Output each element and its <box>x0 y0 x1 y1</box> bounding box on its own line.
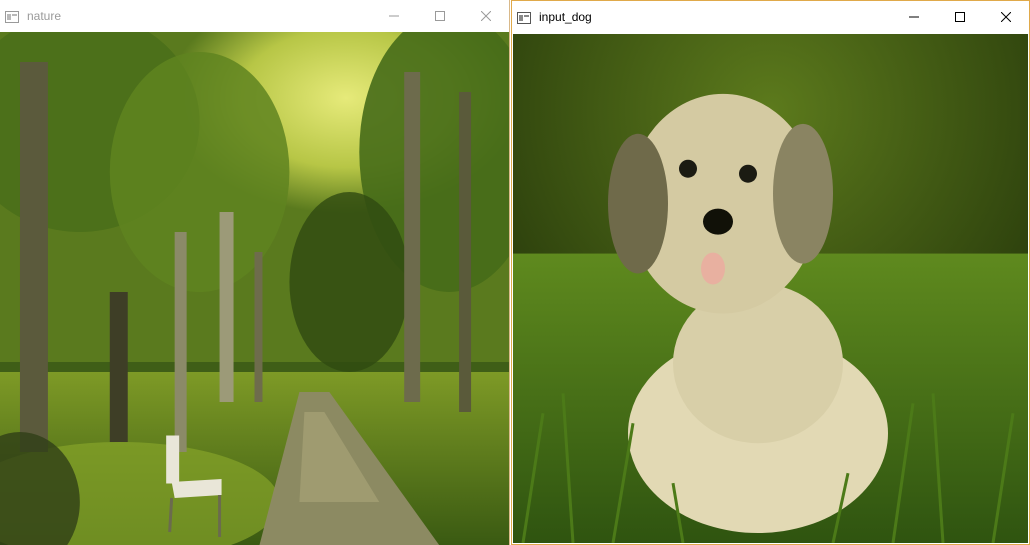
minimize-button[interactable] <box>891 1 937 33</box>
window-title: input_dog <box>539 10 592 24</box>
minimize-button[interactable] <box>371 0 417 32</box>
nature-image <box>0 32 509 545</box>
window-title: nature <box>27 9 62 23</box>
maximize-icon <box>955 12 965 22</box>
close-button[interactable] <box>463 0 509 32</box>
close-button[interactable] <box>983 1 1029 33</box>
input-dog-titlebar[interactable]: input_dog <box>512 1 1029 33</box>
input-dog-window[interactable]: input_dog <box>511 0 1030 545</box>
window-app-icon <box>517 11 531 24</box>
maximize-button[interactable] <box>417 0 463 32</box>
minimize-icon <box>909 16 919 18</box>
nature-titlebar[interactable]: nature <box>0 0 509 32</box>
maximize-button[interactable] <box>937 1 983 33</box>
dog-image <box>513 34 1028 543</box>
close-icon <box>1001 12 1011 22</box>
nature-window[interactable]: nature <box>0 0 510 545</box>
maximize-icon <box>435 11 445 21</box>
close-icon <box>481 11 491 21</box>
minimize-icon <box>389 15 399 17</box>
window-app-icon <box>5 10 19 23</box>
